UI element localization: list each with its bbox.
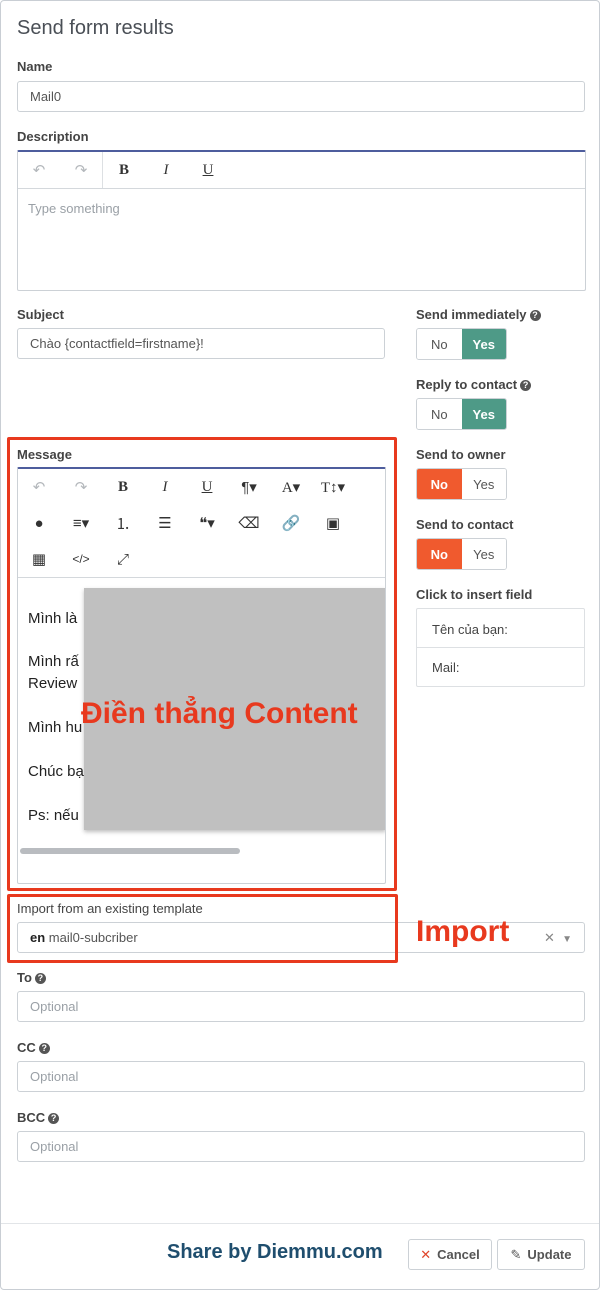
- send-to-contact-toggle[interactable]: No Yes: [416, 538, 507, 570]
- reply-to-contact-no[interactable]: No: [417, 399, 462, 429]
- bcc-label: BCC?: [17, 1110, 60, 1125]
- redo-icon[interactable]: ↷: [60, 152, 102, 188]
- template-controls: ✕ ▼: [544, 930, 572, 946]
- send-to-owner-no[interactable]: No: [417, 469, 462, 499]
- close-icon: ✕: [420, 1246, 432, 1262]
- reply-to-contact-text: Reply to contact: [416, 377, 518, 392]
- help-icon[interactable]: ?: [529, 310, 541, 321]
- send-immediately-label: Send immediately?: [416, 307, 541, 322]
- send-to-contact-label: Send to contact: [416, 517, 514, 532]
- to-input[interactable]: Optional: [17, 991, 585, 1022]
- update-button[interactable]: ✎ Update: [497, 1239, 585, 1270]
- description-label: Description: [17, 129, 89, 144]
- update-label: Update: [527, 1247, 572, 1262]
- content-annotation: Điền thẳng Content: [81, 697, 358, 730]
- subject-value: Chào {contactfield=firstname}!: [30, 336, 204, 351]
- to-label: To?: [17, 970, 46, 985]
- underline-icon[interactable]: U: [187, 152, 229, 188]
- cancel-button[interactable]: ✕ Cancel: [408, 1239, 492, 1270]
- content-annotation-box: [7, 437, 397, 891]
- send-to-contact-no[interactable]: No: [417, 539, 462, 569]
- description-editor: ↶ ↷ B I U Type something: [17, 150, 586, 291]
- subject-label: Subject: [17, 307, 64, 322]
- name-input[interactable]: Mail0: [17, 81, 585, 112]
- pencil-icon: ✎: [510, 1246, 522, 1262]
- subject-input[interactable]: Chào {contactfield=firstname}!: [17, 328, 385, 359]
- watermark-text: Share by Diemmu.com: [167, 1241, 383, 1263]
- import-annotation-box: [7, 894, 398, 963]
- bcc-text: BCC: [17, 1110, 46, 1125]
- reply-to-contact-toggle[interactable]: No Yes: [416, 398, 507, 430]
- insert-field-item[interactable]: Tên của bạn:: [417, 609, 584, 648]
- insert-field-label: Click to insert field: [416, 587, 533, 602]
- clear-icon[interactable]: ✕: [544, 930, 555, 945]
- undo-icon[interactable]: ↶: [18, 152, 60, 188]
- help-icon[interactable]: ?: [34, 973, 46, 984]
- send-immediately-yes[interactable]: Yes: [461, 329, 506, 359]
- reply-to-contact-label: Reply to contact?: [416, 377, 532, 392]
- send-to-owner-yes[interactable]: Yes: [461, 469, 506, 499]
- modal-title: Send form results: [17, 17, 174, 39]
- send-immediately-no[interactable]: No: [417, 329, 462, 359]
- description-toolbar: ↶ ↷ B I U: [18, 152, 585, 189]
- bcc-input[interactable]: Optional: [17, 1131, 585, 1162]
- cancel-label: Cancel: [437, 1247, 480, 1262]
- help-icon[interactable]: ?: [38, 1043, 50, 1054]
- insert-field-item[interactable]: Mail:: [417, 648, 584, 686]
- reply-to-contact-yes[interactable]: Yes: [461, 399, 506, 429]
- help-icon[interactable]: ?: [48, 1113, 60, 1124]
- cc-input[interactable]: Optional: [17, 1061, 585, 1092]
- cc-label: CC?: [17, 1040, 50, 1055]
- name-label: Name: [17, 59, 53, 74]
- send-to-contact-yes[interactable]: Yes: [461, 539, 506, 569]
- send-to-owner-toggle[interactable]: No Yes: [416, 468, 507, 500]
- send-to-owner-label: Send to owner: [416, 447, 506, 462]
- send-form-results-modal: Send form results Name Mail0 Description…: [0, 0, 600, 1290]
- cc-text: CC: [17, 1040, 36, 1055]
- to-text: To: [17, 970, 32, 985]
- import-annotation: Import: [416, 915, 510, 948]
- chevron-down-icon[interactable]: ▼: [562, 934, 572, 945]
- send-immediately-text: Send immediately: [416, 307, 527, 322]
- name-value: Mail0: [30, 89, 62, 104]
- insert-field-list: Tên của bạn: Mail:: [416, 608, 585, 687]
- send-immediately-toggle[interactable]: No Yes: [416, 328, 507, 360]
- footer-divider: [1, 1223, 599, 1224]
- italic-icon[interactable]: I: [145, 152, 187, 188]
- help-icon[interactable]: ?: [520, 380, 532, 391]
- description-textarea[interactable]: Type something: [18, 189, 585, 228]
- bold-icon[interactable]: B: [103, 152, 145, 188]
